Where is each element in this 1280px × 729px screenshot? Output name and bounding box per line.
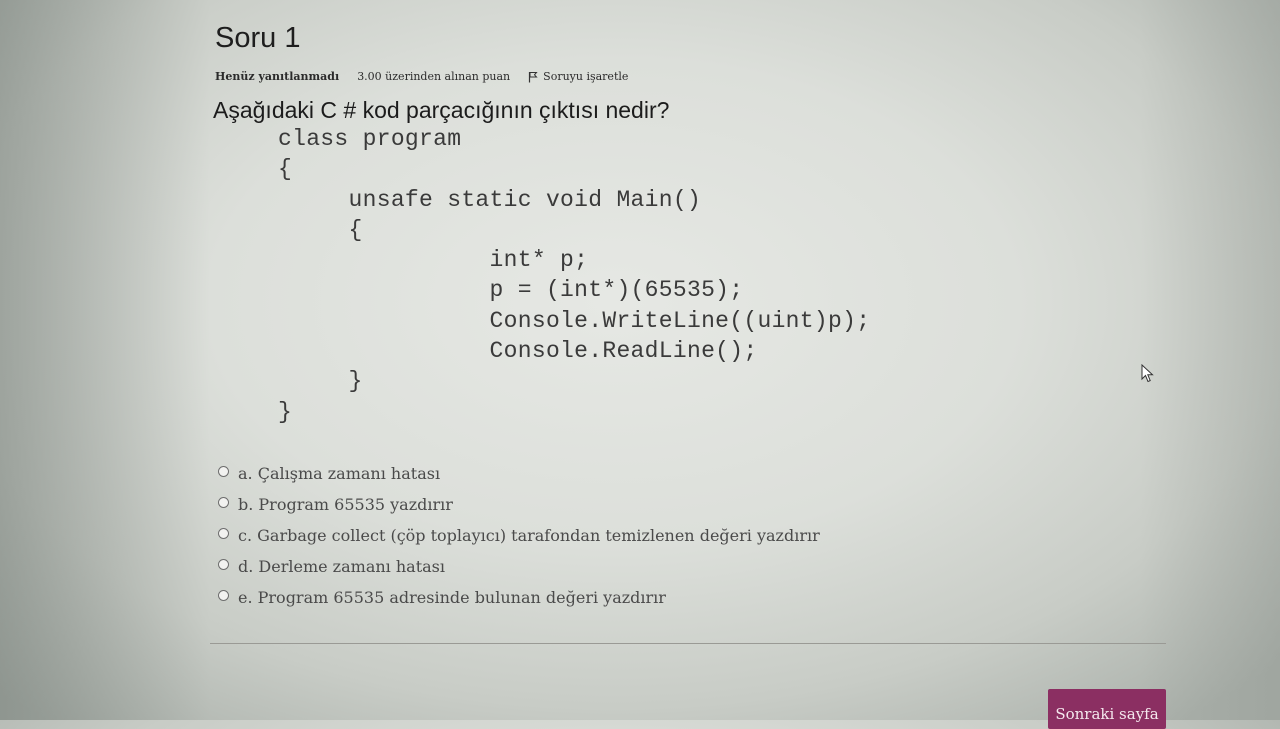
next-page-button[interactable]: Sonraki sayfa xyxy=(1048,689,1166,729)
answer-label: a. Çalışma zamanı hatası xyxy=(238,464,441,483)
answer-option-c[interactable]: c. Garbage collect (çöp toplayıcı) taraf… xyxy=(218,520,820,551)
question-info: Henüz yanıtlanmadı 3.00 üzerinden alınan… xyxy=(215,70,628,83)
screen-vignette-right xyxy=(1140,0,1280,720)
code-snippet: class program { unsafe static void Main(… xyxy=(278,126,871,425)
radio-button[interactable] xyxy=(218,559,229,570)
flag-icon xyxy=(529,71,538,82)
answer-option-e[interactable]: e. Program 65535 adresinde bulunan değer… xyxy=(218,582,820,613)
answer-option-b[interactable]: b. Program 65535 yazdırır xyxy=(218,489,820,520)
question-points: 3.00 üzerinden alınan puan xyxy=(357,70,511,83)
screen-vignette-left xyxy=(0,0,210,720)
flag-question-label: Soruyu işaretle xyxy=(543,70,629,83)
radio-button[interactable] xyxy=(218,466,229,477)
answer-option-a[interactable]: a. Çalışma zamanı hatası xyxy=(218,458,820,489)
radio-button[interactable] xyxy=(218,528,229,539)
flag-question-link[interactable]: Soruyu işaretle xyxy=(528,70,628,83)
answer-label: e. Program 65535 adresinde bulunan değer… xyxy=(238,588,666,607)
question-number-title: Soru 1 xyxy=(215,22,301,54)
radio-button[interactable] xyxy=(218,590,229,601)
section-divider xyxy=(210,643,1166,644)
answer-label: c. Garbage collect (çöp toplayıcı) taraf… xyxy=(238,526,820,545)
question-status: Henüz yanıtlanmadı xyxy=(215,70,340,83)
answer-list: a. Çalışma zamanı hatası b. Program 6553… xyxy=(218,458,820,613)
mouse-pointer-icon xyxy=(1141,364,1154,383)
answer-option-d[interactable]: d. Derleme zamanı hatası xyxy=(218,551,820,582)
answer-label: d. Derleme zamanı hatası xyxy=(238,557,445,576)
answer-label: b. Program 65535 yazdırır xyxy=(238,495,453,514)
question-text: Aşağıdaki C # kod parçacığının çıktısı n… xyxy=(213,97,670,123)
radio-button[interactable] xyxy=(218,497,229,508)
